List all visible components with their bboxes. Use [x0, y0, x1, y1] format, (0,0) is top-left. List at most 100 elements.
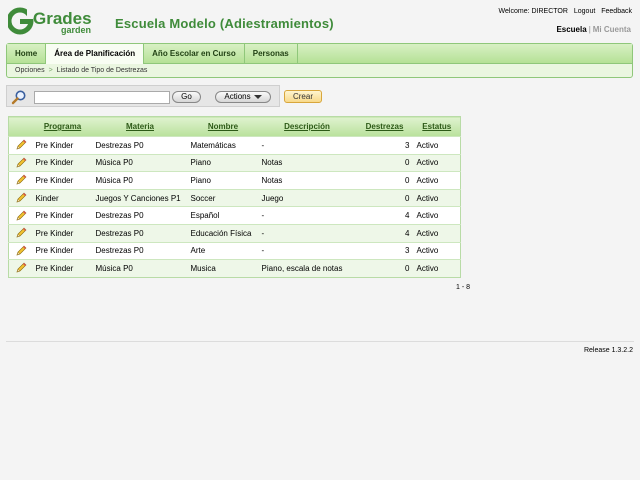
cell-estatus: Activo [413, 188, 461, 207]
edit-cell [8, 153, 33, 172]
cell-nombre: Arte [187, 241, 259, 260]
school-link[interactable]: Escuela [556, 25, 586, 34]
cell-materia: Juegos Y Canciones P1 [92, 188, 188, 207]
table-row: Kinder Juegos Y Canciones P1 Soccer Juego 0 A… [8, 188, 461, 207]
pagination-info: 1 - 8 [456, 284, 471, 291]
cell-estatus: Activo [413, 171, 461, 190]
cell-nombre: Musica [187, 259, 259, 278]
search-magnifier-icon [11, 90, 26, 105]
cell-programa: Pre Kinder [32, 153, 93, 172]
header-destrezas[interactable]: Destrezas [355, 116, 414, 137]
tab-home[interactable]: Home [7, 44, 47, 63]
cell-descripcion: Piano, escala de notas [258, 259, 356, 278]
cell-destrezas: 4 [355, 223, 414, 243]
cell-materia: Destrezas P0 [92, 223, 188, 243]
cell-descripcion: Notas [258, 171, 356, 190]
grades-garden-logo[interactable]: Grades garden [8, 7, 104, 35]
cell-destrezas: 0 [355, 171, 414, 190]
cell-descripcion: - [258, 223, 356, 243]
create-button[interactable]: Crear [284, 90, 322, 103]
breadcrumb-arrow-icon: > [48, 67, 53, 74]
cell-materia: Música P0 [92, 153, 188, 172]
cell-programa: Pre Kinder [32, 136, 93, 155]
cell-programa: Pre Kinder [32, 171, 93, 190]
table-row: Pre Kinder Destrezas P0 Español -4 Activo [8, 206, 461, 225]
edit-cell [8, 223, 33, 243]
tab-current-school-year[interactable]: Año Escolar en Curso [144, 44, 245, 63]
logout-link[interactable]: Logout [574, 8, 595, 15]
table-header-row: Programa Materia Nombre Descripción Dest… [8, 116, 461, 137]
table-row: Pre Kinder Destrezas P0 Arte -3 Activo [8, 241, 461, 260]
breadcrumb-root[interactable]: Opciones [15, 67, 45, 74]
search-input[interactable] [34, 91, 170, 104]
skill-types-table: Programa Materia Nombre Descripción Dest… [8, 116, 461, 278]
edit-pencil-icon[interactable] [15, 227, 27, 239]
cell-destrezas: 3 [355, 136, 414, 155]
table-row: Pre Kinder Destrezas P0 Matemáticas -3 Activ… [8, 136, 461, 155]
tab-bar: Home Área de Planificación Año Escolar e… [7, 44, 632, 64]
cell-descripcion: - [258, 136, 356, 155]
table-row: Pre Kinder Destrezas P0 Educación Física -4… [8, 223, 461, 243]
edit-pencil-icon[interactable] [15, 139, 27, 151]
cell-descripcion: Juego [258, 188, 356, 207]
tab-planning-area[interactable]: Área de Planificación [46, 44, 145, 64]
school-title: Escuela Modelo (Adiestramientos) [115, 16, 334, 31]
table-row: Pre Kinder Música P0 Piano Notas 0 Activo [8, 153, 461, 172]
cell-nombre: Matemáticas [187, 136, 259, 155]
cell-estatus: Activo [413, 136, 461, 155]
edit-pencil-icon[interactable] [15, 210, 27, 222]
edit-cell [8, 259, 33, 278]
cell-nombre: Piano [187, 153, 259, 172]
cell-programa: Pre Kinder [32, 259, 93, 278]
cell-descripcion: Notas [258, 153, 356, 172]
go-button[interactable]: Go [172, 91, 201, 103]
header-nombre[interactable]: Nombre [187, 116, 259, 137]
edit-pencil-icon[interactable] [15, 245, 27, 257]
logo-text-sub: garden [61, 25, 91, 35]
cell-descripcion: - [258, 241, 356, 260]
cell-estatus: Activo [413, 153, 461, 172]
school-switch: Escuela | Mi Cuenta [556, 25, 631, 34]
cell-nombre: Educación Física [187, 223, 259, 243]
edit-pencil-icon[interactable] [15, 174, 27, 186]
header-programa[interactable]: Programa [32, 116, 93, 137]
header-estatus[interactable]: Estatus [413, 116, 461, 137]
header-descripcion[interactable]: Descripción [258, 116, 356, 137]
main-navigation: Home Área de Planificación Año Escolar e… [6, 43, 633, 78]
top-links: Welcome: DIRECTOR Logout Feedback [495, 8, 632, 15]
cell-destrezas: 0 [355, 188, 414, 207]
edit-pencil-icon[interactable] [15, 262, 27, 274]
feedback-link[interactable]: Feedback [601, 8, 632, 15]
edit-cell [8, 136, 33, 155]
header-edit-column [8, 116, 33, 137]
account-link[interactable]: Mi Cuenta [593, 25, 631, 34]
cell-destrezas: 4 [355, 206, 414, 225]
cell-programa: Pre Kinder [32, 206, 93, 225]
chevron-down-icon [253, 94, 262, 99]
edit-cell [8, 241, 33, 260]
edit-cell [8, 206, 33, 225]
edit-cell [8, 171, 33, 190]
actions-dropdown-button[interactable]: Actions [215, 91, 271, 103]
actions-label: Actions [224, 92, 251, 101]
cell-destrezas: 0 [355, 153, 414, 172]
cell-programa: Pre Kinder [32, 241, 93, 260]
tab-people[interactable]: Personas [245, 44, 298, 63]
table-row: Pre Kinder Música P0 Musica Piano, escala d… [8, 259, 461, 278]
release-version: Release 1.3.2.2 [583, 347, 633, 354]
breadcrumb: Opciones > Listado de Tipo de Destrezas [7, 64, 632, 78]
cell-descripcion: - [258, 206, 356, 225]
edit-pencil-icon[interactable] [15, 192, 27, 204]
cell-programa: Kinder [32, 188, 93, 207]
breadcrumb-current: Listado de Tipo de Destrezas [56, 67, 148, 74]
welcome-text: Welcome: DIRECTOR [498, 8, 568, 15]
cell-destrezas: 3 [355, 241, 414, 260]
cell-estatus: Activo [413, 206, 461, 225]
cell-destrezas: 0 [355, 259, 414, 278]
cell-nombre: Soccer [187, 188, 259, 207]
switch-separator: | [588, 25, 591, 34]
edit-pencil-icon[interactable] [15, 157, 27, 169]
cell-materia: Destrezas P0 [92, 241, 188, 260]
header-materia[interactable]: Materia [92, 116, 188, 137]
cell-materia: Destrezas P0 [92, 136, 188, 155]
